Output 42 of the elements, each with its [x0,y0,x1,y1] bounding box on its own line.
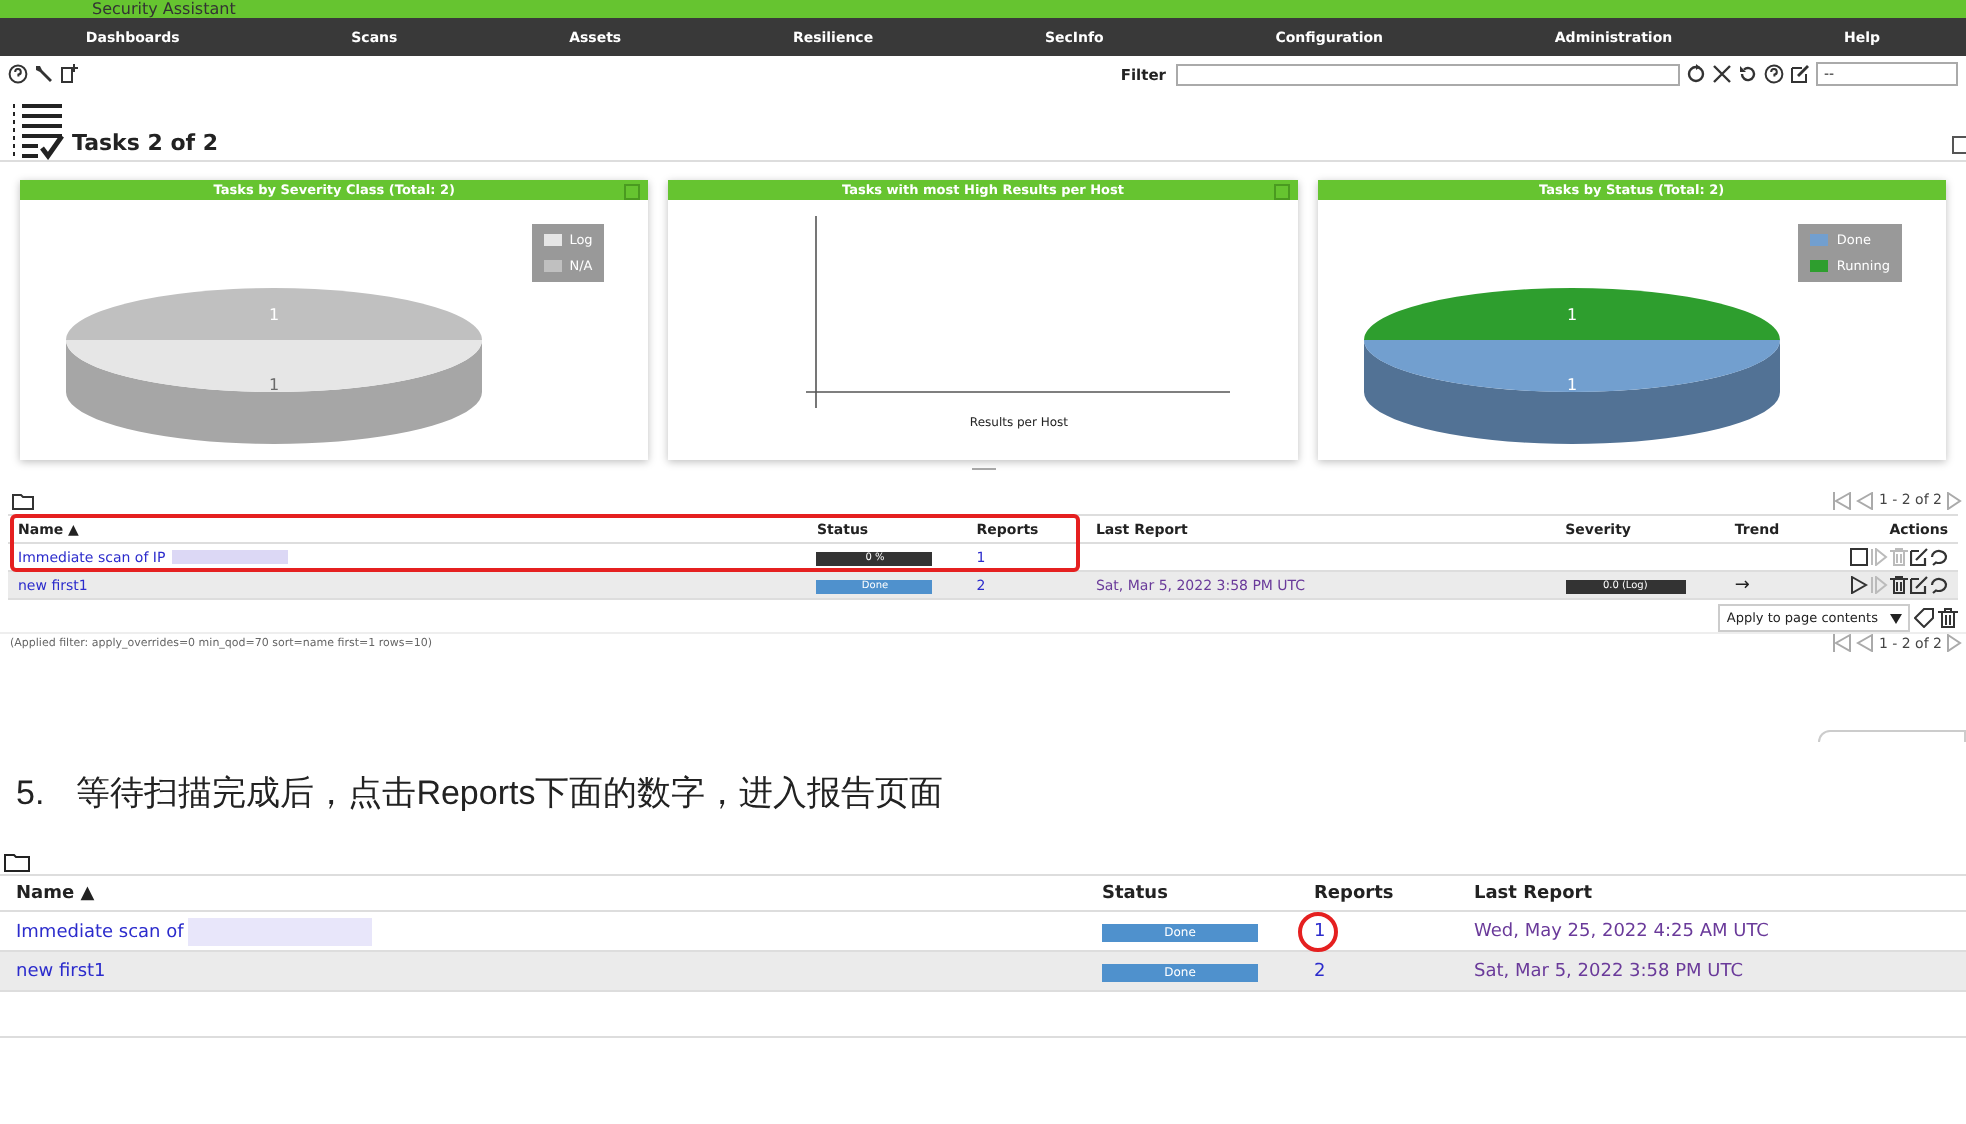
clone-icon[interactable] [1930,576,1948,594]
trend-arrow: → [1734,575,1750,595]
slice-label: 1 [269,306,280,324]
last-report-link[interactable]: Wed, May 25, 2022 4:25 AM UTC [1474,921,1769,941]
folder-icon[interactable] [12,491,34,509]
partial-icon [1952,136,1966,154]
help-icon[interactable] [8,64,28,84]
reports-link[interactable]: 2 [1314,961,1326,981]
app-title: Security Assistant [92,0,236,18]
caret-icon [1890,613,1902,623]
task-name-link[interactable]: new first1 [16,961,106,981]
step-number: 5. [16,773,45,813]
slice-label: 1 [269,376,280,394]
clone-icon[interactable] [1930,548,1948,566]
folder-icon[interactable] [4,852,30,872]
column-header: Status [1086,875,1298,911]
blurred-text [171,550,288,565]
slice-label: 1 [1566,376,1577,394]
step-instruction: 等待扫描完成后，点击Reports下面的数字，进入报告页面 [76,772,944,816]
task-name-link[interactable]: Immediate scan of [16,921,184,942]
column-header: Last Report [1458,875,1966,911]
edit-icon[interactable] [1790,64,1810,84]
start-icon[interactable] [1850,576,1868,594]
refresh-icon[interactable] [1686,64,1706,84]
new-task-icon[interactable] [60,64,80,84]
filter-field[interactable] [1176,63,1680,85]
stop-icon[interactable] [1850,548,1868,566]
edit-icon[interactable] [1910,548,1928,566]
tag-icon[interactable] [1914,608,1934,628]
edit-icon[interactable] [1910,576,1928,594]
reports-link[interactable]: 1 [1314,921,1326,941]
resize-handle[interactable] [971,468,995,470]
delete-icon[interactable] [1890,576,1908,594]
reset-icon[interactable] [1738,64,1758,84]
column-header: Reports [1298,875,1458,911]
column-header[interactable]: Name ▲ [0,875,1086,911]
slice-label: 1 [1566,306,1577,324]
help-icon[interactable] [1764,64,1784,84]
delete-icon[interactable] [1938,608,1958,628]
page-title: Tasks 2 of 2 [72,130,219,156]
task-list-icon [12,100,68,160]
wrench-icon[interactable] [34,64,54,84]
